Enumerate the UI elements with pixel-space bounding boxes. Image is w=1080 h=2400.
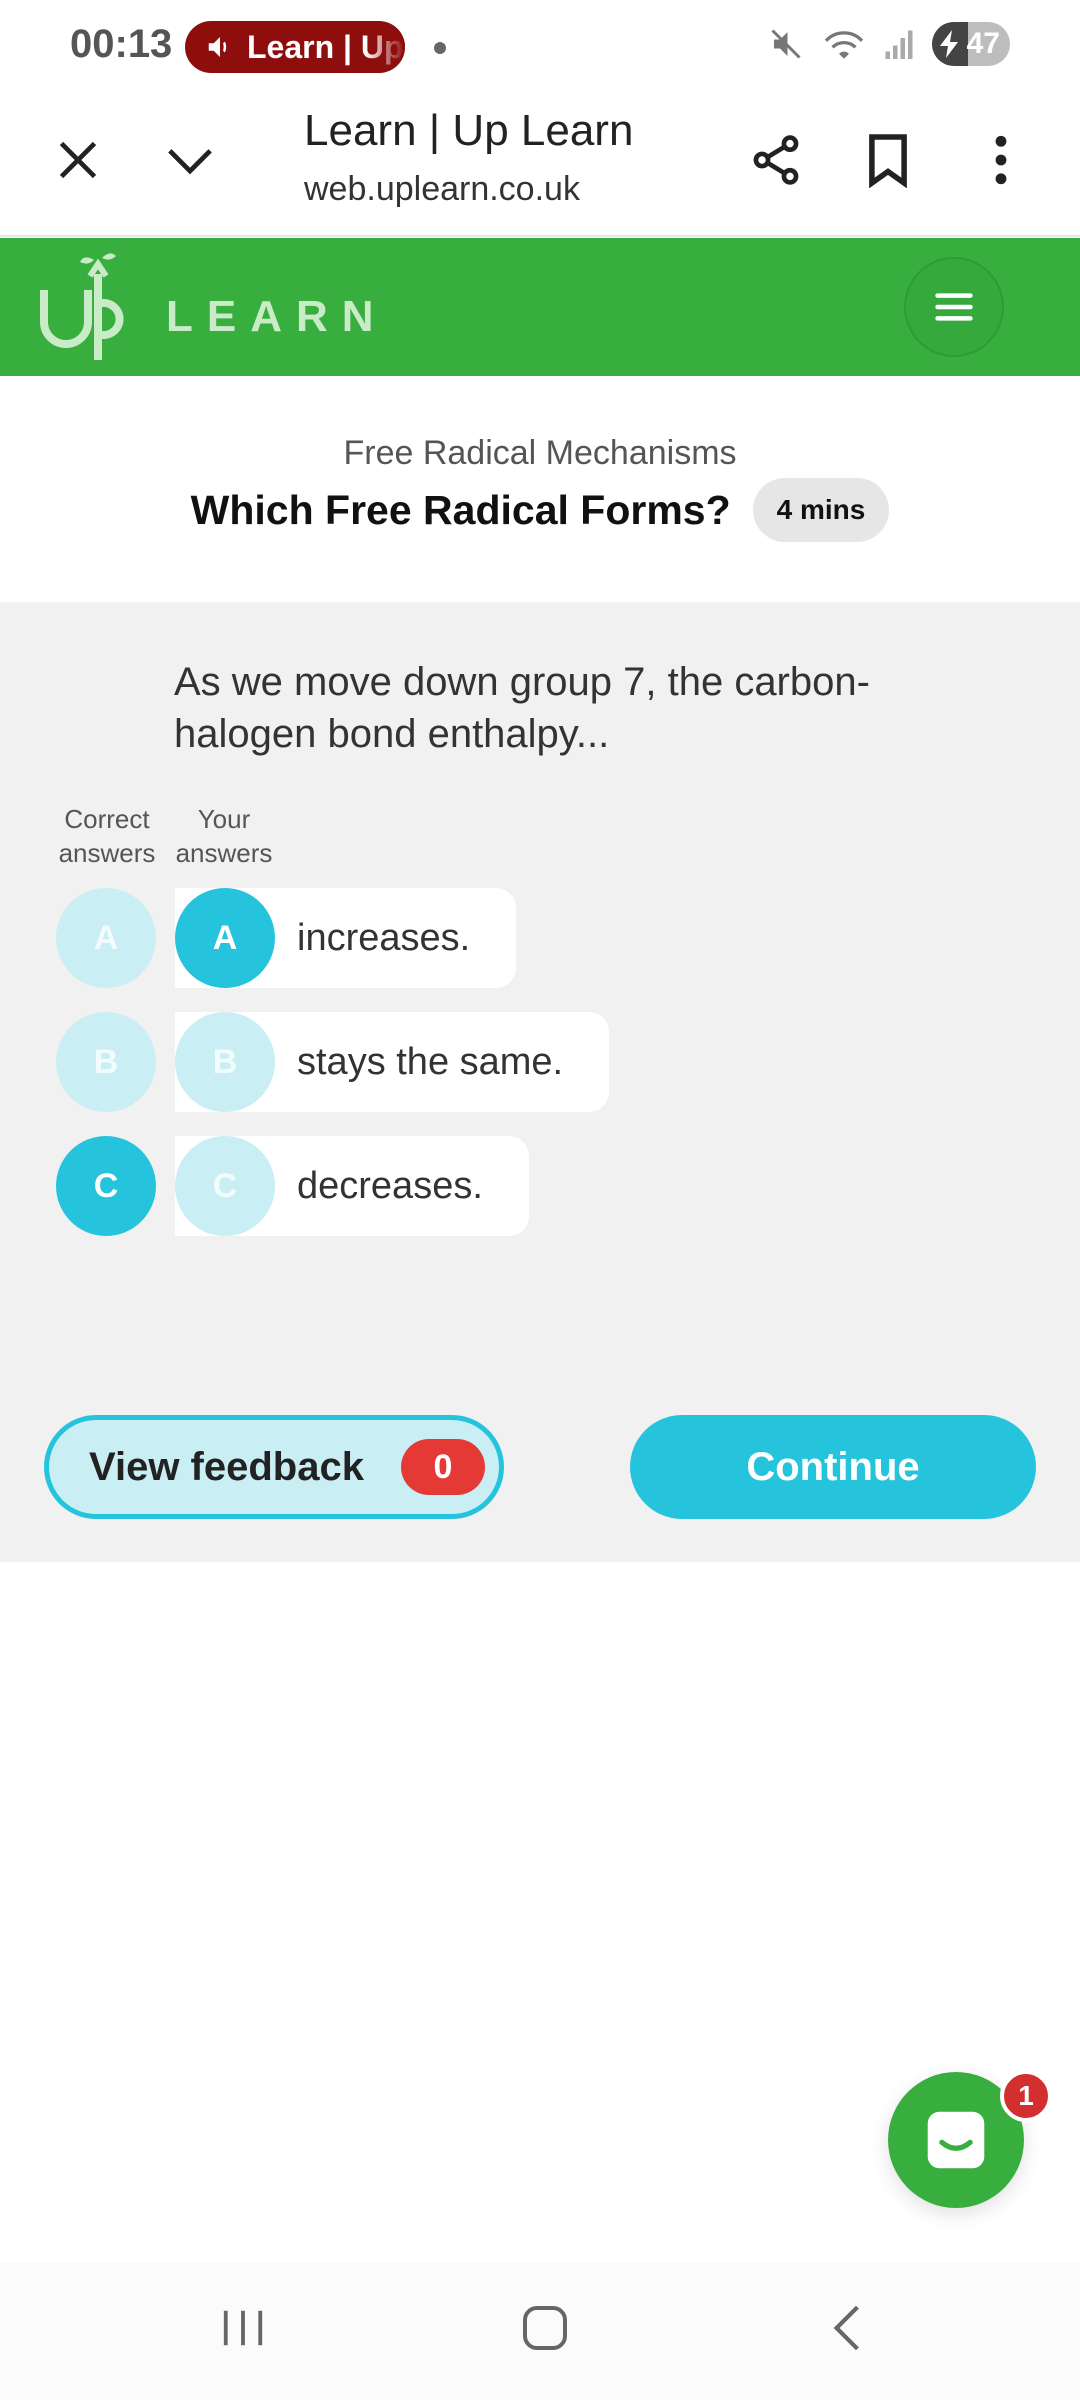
back-button[interactable] <box>797 2288 897 2368</box>
charging-icon <box>940 30 958 58</box>
correct-marker-a: A <box>56 888 156 988</box>
chevron-down-icon <box>168 149 212 175</box>
hamburger-icon <box>935 293 973 321</box>
chat-unread-badge: 1 <box>1000 2070 1052 2122</box>
correct-marker-c: C <box>56 1136 156 1236</box>
status-time: 00:13 <box>70 22 173 66</box>
speaker-icon <box>208 37 227 57</box>
system-navigation-bar <box>0 2262 1080 2400</box>
your-answers-header: Your answers <box>175 804 273 868</box>
up-learn-logo[interactable]: LEARN <box>38 248 378 368</box>
status-bar: 00:13 Learn | Up 47 <box>0 0 1080 92</box>
question-panel: As we move down group 7, the carbon-halo… <box>0 602 1080 1562</box>
duration-badge: 4 mins <box>752 478 890 542</box>
media-playing-indicator[interactable]: Learn | Up <box>185 21 405 73</box>
more-options-button[interactable] <box>963 122 1039 198</box>
up-logo-mark <box>40 253 124 360</box>
back-icon <box>833 2305 859 2351</box>
lesson-header: Free Radical Mechanisms Which Free Radic… <box>0 376 1080 602</box>
page-title: Learn | Up Learn <box>304 106 634 155</box>
chat-icon <box>927 2111 985 2169</box>
option-a[interactable]: A increases. <box>175 888 517 988</box>
lesson-topic: Free Radical Mechanisms <box>343 434 737 472</box>
bookmark-button[interactable] <box>850 122 926 198</box>
your-answer-marker-c: C <box>175 1136 275 1236</box>
view-feedback-label: View feedback <box>89 1444 364 1489</box>
browser-toolbar: Learn | Up Learn web.uplearn.co.uk <box>0 92 1080 237</box>
your-answer-marker-a: A <box>175 888 275 988</box>
correct-answers-header: Correct answers <box>58 804 156 868</box>
battery-indicator: 47 <box>932 22 1010 66</box>
your-answer-marker-b: B <box>175 1012 275 1112</box>
wifi-icon <box>822 26 866 62</box>
more-vert-icon <box>995 135 1007 185</box>
close-icon <box>59 141 97 179</box>
mute-icon <box>768 26 804 62</box>
brand-word: LEARN <box>166 292 388 341</box>
option-c[interactable]: C decreases. <box>175 1136 529 1236</box>
hamburger-menu-button[interactable] <box>904 257 1004 357</box>
view-feedback-button[interactable]: View feedback 0 <box>44 1415 504 1519</box>
page-url[interactable]: web.uplearn.co.uk <box>304 170 580 209</box>
bookmark-icon <box>869 134 907 188</box>
battery-level: 47 <box>966 27 1000 60</box>
share-button[interactable] <box>738 122 814 198</box>
correct-marker-b: B <box>56 1012 156 1112</box>
answer-row-a: A A increases. <box>0 888 1080 988</box>
home-button[interactable] <box>495 2288 595 2368</box>
share-icon <box>753 135 799 185</box>
signal-icon <box>884 27 914 61</box>
media-label: Learn | Up <box>247 28 404 65</box>
option-c-text: decreases. <box>297 1164 483 1207</box>
close-tab-button[interactable] <box>40 122 116 198</box>
minimize-button[interactable] <box>152 122 228 198</box>
feedback-count-badge: 0 <box>401 1439 485 1495</box>
option-a-text: increases. <box>297 916 471 959</box>
option-b[interactable]: B stays the same. <box>175 1012 610 1112</box>
option-b-text: stays the same. <box>297 1040 564 1083</box>
home-icon <box>523 2306 567 2350</box>
app-header: LEARN <box>0 238 1080 376</box>
notification-dot <box>434 42 446 54</box>
recent-apps-icon <box>223 2310 263 2346</box>
recent-apps-button[interactable] <box>193 2288 293 2368</box>
continue-button[interactable]: Continue <box>630 1415 1036 1519</box>
lesson-title: Which Free Radical Forms? <box>190 486 731 533</box>
answer-row-c: C C decreases. <box>0 1136 1080 1236</box>
answer-row-b: B B stays the same. <box>0 1012 1080 1112</box>
question-text: As we move down group 7, the carbon-halo… <box>174 660 870 756</box>
